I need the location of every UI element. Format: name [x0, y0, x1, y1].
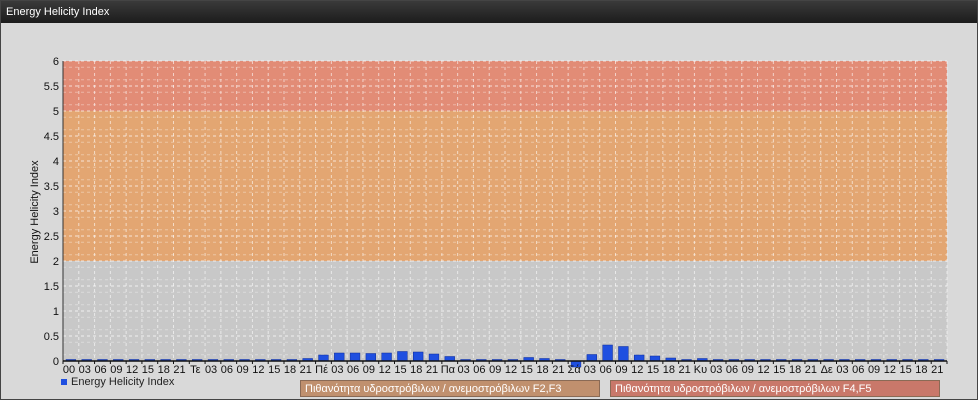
y-tick-label: 2	[53, 256, 59, 268]
x-tick-label: 21	[173, 364, 185, 376]
x-tick-label: Δε	[821, 364, 833, 376]
x-tick-label: 09	[742, 364, 754, 376]
x-tick-label: 21	[552, 364, 564, 376]
x-tick-label: Σά	[568, 364, 582, 376]
bar	[586, 354, 597, 362]
x-tick-label: 21	[679, 364, 691, 376]
x-tick-label: 06	[852, 364, 864, 376]
x-tick-label: 09	[110, 364, 122, 376]
x-tick-label: 12	[505, 364, 517, 376]
y-tick-label: 2.5	[44, 231, 59, 243]
x-tick-label: 06	[473, 364, 485, 376]
y-tick-label: 1.5	[44, 281, 59, 293]
x-tick-label: 03	[710, 364, 722, 376]
x-tick-label: 15	[900, 364, 912, 376]
y-tick-label: 6	[53, 56, 59, 68]
x-tick-label: 12	[884, 364, 896, 376]
x-tick-label: 06	[726, 364, 738, 376]
x-tick-label: 03	[458, 364, 470, 376]
x-tick-label: 09	[363, 364, 375, 376]
x-tick-label: 12	[631, 364, 643, 376]
x-tick-label: 15	[142, 364, 154, 376]
x-tick-label: 21	[300, 364, 312, 376]
x-tick-label: 06	[94, 364, 106, 376]
x-tick-label: 15	[268, 364, 280, 376]
band-label-f2f3: Πιθανότητα υδροστρόβιλων / ανεμοστρόβιλω…	[300, 380, 600, 397]
bar	[349, 352, 361, 362]
y-tick-label: 4.5	[44, 131, 59, 143]
bar	[428, 353, 440, 362]
x-tick-label: 06	[600, 364, 612, 376]
x-tick-label: 18	[663, 364, 675, 376]
band-label-f4f5: Πιθανότητα υδροστρόβιλων / ανεμοστρόβιλω…	[610, 380, 940, 397]
x-tick-label: 09	[489, 364, 501, 376]
x-tick-label: 18	[410, 364, 422, 376]
y-tick-label: 0	[53, 356, 59, 368]
chart-window: Energy Helicity Index 0 0.5 1 1.5 2 2.5 3 3.5 4 4…	[0, 0, 978, 400]
x-tick-labels: 00 03 06 09 12 15 18 21 Τε 03 06 09 12 15 18 21 Πέ 03 06 09…	[63, 364, 943, 376]
x-tick-label: 12	[757, 364, 769, 376]
x-tick-label: 06	[221, 364, 233, 376]
y-tick-label: 0.5	[44, 331, 59, 343]
x-tick-label: 18	[789, 364, 801, 376]
legend-swatch	[61, 379, 67, 385]
x-tick-label: 18	[915, 364, 927, 376]
x-tick-label: 12	[126, 364, 138, 376]
x-tick-label: 18	[284, 364, 296, 376]
x-tick-label: Κυ	[694, 364, 707, 376]
y-tick-label: 1	[53, 306, 59, 318]
y-tick-labels: 0 0.5 1 1.5 2 2.5 3 3.5 4 4.5 5 5.5 6	[44, 56, 59, 368]
bar	[334, 352, 345, 362]
ehi-chart: 00.511.522.533.544.555.56 00 03 06 09 12 15 18…	[29, 56, 948, 376]
bar	[602, 344, 613, 362]
x-tick-label: 15	[773, 364, 785, 376]
x-tick-label: 03	[584, 364, 596, 376]
bar	[634, 354, 645, 362]
x-tick-label: 12	[379, 364, 391, 376]
x-tick-label: 09	[868, 364, 880, 376]
x-tick-label: Πέ	[315, 364, 328, 376]
x-tick-label: 09	[615, 364, 627, 376]
x-tick-label: 15	[394, 364, 406, 376]
bar	[381, 352, 392, 362]
y-tick-label: 3.5	[44, 181, 59, 193]
x-tick-label: 21	[931, 364, 943, 376]
y-tick-label: 3	[53, 206, 59, 218]
x-tick-label: Τε	[190, 364, 201, 376]
bar	[365, 353, 376, 362]
x-tick-label: 18	[536, 364, 548, 376]
legend-label: Energy Helicity Index	[71, 376, 175, 388]
x-tick-label: 21	[426, 364, 438, 376]
x-tick-label: 03	[331, 364, 343, 376]
bar	[413, 351, 424, 362]
y-axis-label: Energy Helicity Index	[29, 160, 41, 264]
bar	[397, 351, 408, 362]
x-tick-label: Πα	[441, 364, 456, 376]
legend: Energy Helicity Index	[61, 376, 174, 388]
x-tick-label: 03	[79, 364, 91, 376]
x-tick-label: 18	[158, 364, 170, 376]
bar	[618, 346, 629, 362]
y-tick-label: 4	[53, 156, 59, 168]
x-tick-label: 06	[347, 364, 359, 376]
y-tick-label: 5.5	[44, 81, 59, 93]
x-tick-label: 12	[252, 364, 264, 376]
x-tick-label: 00	[63, 364, 75, 376]
x-tick-label: 03	[836, 364, 848, 376]
y-tick-label: 5	[53, 106, 59, 118]
x-tick-label: 09	[237, 364, 249, 376]
x-tick-label: 15	[647, 364, 659, 376]
x-tick-label: 03	[205, 364, 217, 376]
x-tick-label: 21	[805, 364, 817, 376]
x-tick-label: 15	[521, 364, 533, 376]
bar	[318, 354, 329, 362]
